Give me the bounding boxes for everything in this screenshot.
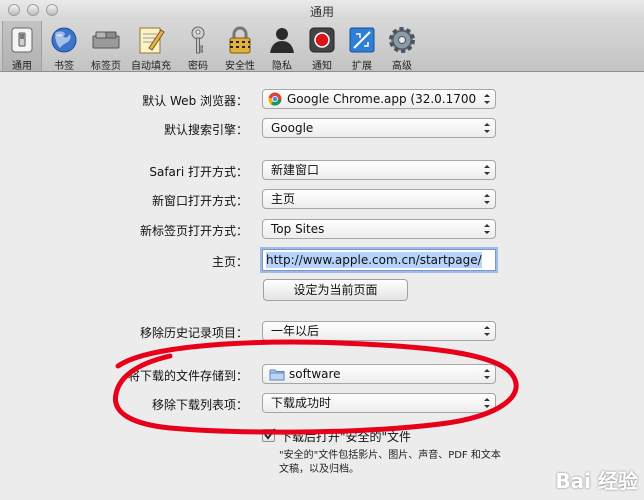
search-engine-popup[interactable]: Google xyxy=(262,118,496,138)
remove-history-popup[interactable]: 一年以后 xyxy=(262,321,496,341)
popup-arrows-icon xyxy=(484,369,490,379)
person-icon xyxy=(270,28,294,53)
title-bar: 通用 xyxy=(0,0,644,20)
new-window-popup[interactable]: 主页 xyxy=(262,189,496,209)
new-tab-value: Top Sites xyxy=(271,222,325,236)
preferences-toolbar: 通用 书签 标签页 自动填充 密码 安全性 隐私 通知 扩展 高级 xyxy=(0,20,644,72)
default-browser-popup[interactable]: Google Chrome.app (32.0.1700 xyxy=(262,89,496,109)
default-browser-label: 默认 Web 浏览器： xyxy=(142,94,248,108)
homepage-input[interactable]: http://www.apple.com.cn/startpage/ xyxy=(262,249,496,271)
popup-arrows-icon xyxy=(484,94,490,104)
new-tab-popup[interactable]: Top Sites xyxy=(262,219,496,239)
download-location-value: software xyxy=(289,367,341,381)
tabs-icon xyxy=(92,31,120,49)
new-window-value: 主页 xyxy=(271,192,296,206)
tab-extensions-label: 扩展 xyxy=(352,61,372,72)
open-safe-files-label: 下载后打开"安全的"文件 xyxy=(280,430,412,444)
switch-icon xyxy=(11,27,33,53)
tab-security[interactable]: 安全性 xyxy=(220,21,260,72)
tab-autofill[interactable]: 自动填充 xyxy=(131,21,171,72)
tab-notifications-label: 通知 xyxy=(312,61,332,72)
tab-privacy-label: 隐私 xyxy=(272,61,292,72)
key-icon xyxy=(191,26,205,54)
set-current-page-button[interactable]: 设定为当前页面 xyxy=(263,279,408,301)
tab-extensions[interactable]: 扩展 xyxy=(342,21,382,72)
remove-downloads-label: 移除下载列表项： xyxy=(151,398,248,412)
popup-arrows-icon xyxy=(484,194,490,204)
tab-autofill-label: 自动填充 xyxy=(131,61,171,72)
download-location-popup[interactable]: software xyxy=(262,364,496,384)
tab-general[interactable]: 通用 xyxy=(2,21,42,72)
tab-tabs[interactable]: 标签页 xyxy=(86,21,126,72)
homepage-label: 主页： xyxy=(211,255,248,269)
tab-notifications[interactable]: 通知 xyxy=(302,21,342,72)
safari-open-value: 新建窗口 xyxy=(271,163,320,177)
tab-advanced[interactable]: 高级 xyxy=(382,21,422,72)
tab-security-label: 安全性 xyxy=(225,61,255,72)
window-title: 通用 xyxy=(309,5,334,19)
download-location-label: 将下载的文件存储到： xyxy=(127,369,248,383)
gear-icon xyxy=(389,27,415,53)
default-browser-value: Google Chrome.app (32.0.1700 xyxy=(287,92,477,106)
general-preferences-pane: 默认 Web 浏览器： Google Chrome.app (32.0.1700… xyxy=(0,72,644,500)
safari-open-popup[interactable]: 新建窗口 xyxy=(262,160,496,180)
open-safe-files-checkbox[interactable] xyxy=(262,428,276,442)
puzzle-icon xyxy=(349,27,375,53)
popup-arrows-icon xyxy=(484,326,490,336)
tab-bookmarks-label: 书签 xyxy=(54,61,74,72)
tab-bookmarks[interactable]: 书签 xyxy=(44,21,84,72)
lock-icon xyxy=(229,26,251,54)
notification-icon xyxy=(309,27,335,53)
tab-advanced-label: 高级 xyxy=(392,61,412,72)
chrome-icon xyxy=(268,92,282,106)
new-window-label: 新窗口打开方式： xyxy=(151,194,248,208)
tab-tabs-label: 标签页 xyxy=(91,61,121,72)
baidu-jingyan-watermark: Bai 经验 xyxy=(555,469,638,493)
popup-arrows-icon xyxy=(484,224,490,234)
popup-arrows-icon xyxy=(484,123,490,133)
globe-icon xyxy=(51,27,77,53)
safari-open-label: Safari 打开方式： xyxy=(149,165,248,179)
checkmark-icon xyxy=(264,428,276,440)
remove-downloads-popup[interactable]: 下载成功时 xyxy=(262,393,496,413)
new-tab-label: 新标签页打开方式： xyxy=(139,224,248,238)
open-safe-files-note-2: 文稿，以及归档。 xyxy=(279,464,359,475)
pencil-icon xyxy=(139,27,165,54)
homepage-value: http://www.apple.com.cn/startpage/ xyxy=(266,252,482,268)
open-safe-files-note-1: "安全的"文件包括影片、图片、声音、PDF 和文本 xyxy=(279,450,501,461)
popup-arrows-icon xyxy=(484,398,490,408)
remove-history-value: 一年以后 xyxy=(271,324,320,338)
remove-history-label: 移除历史记录项目： xyxy=(139,326,248,340)
tab-privacy[interactable]: 隐私 xyxy=(262,21,302,72)
remove-downloads-value: 下载成功时 xyxy=(271,396,332,410)
search-engine-label: 默认搜索引擎： xyxy=(163,123,248,137)
tab-general-label: 通用 xyxy=(12,61,32,72)
folder-icon xyxy=(269,369,285,381)
search-engine-value: Google xyxy=(271,121,314,135)
popup-arrows-icon xyxy=(484,165,490,175)
tab-passwords-label: 密码 xyxy=(188,61,208,72)
tab-passwords[interactable]: 密码 xyxy=(178,21,218,72)
